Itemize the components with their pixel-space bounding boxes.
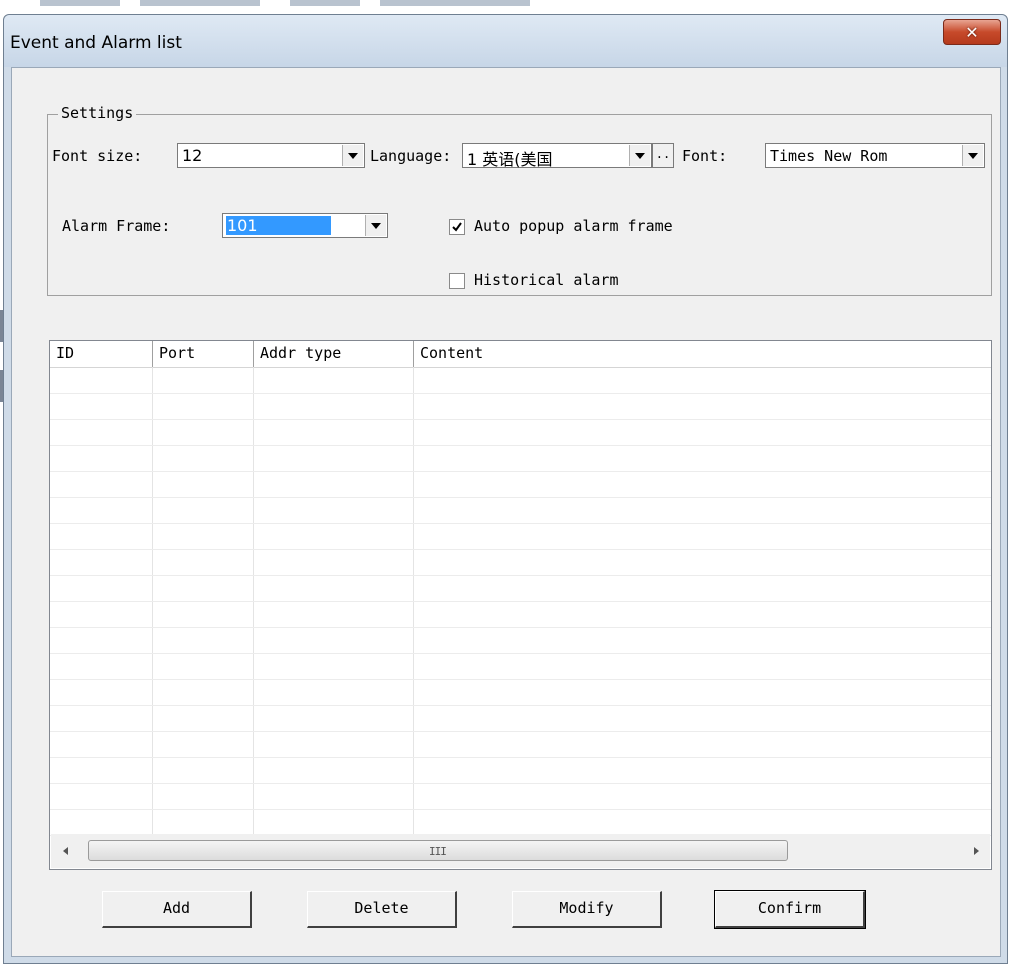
dialog-client-area: Settings Font size: 12 Language: 1 英语(美国…	[11, 67, 1001, 957]
row-gridline	[50, 549, 991, 550]
row-gridline	[50, 497, 991, 498]
alarm-frame-value: 101	[227, 216, 258, 235]
row-gridline	[50, 575, 991, 576]
row-gridline	[50, 783, 991, 784]
table-body[interactable]	[50, 367, 991, 836]
alarm-frame-dropdown-button[interactable]	[365, 215, 386, 236]
row-gridline	[50, 601, 991, 602]
row-gridline	[50, 471, 991, 472]
language-combo[interactable]: 1 英语(美国	[462, 143, 652, 169]
confirm-button[interactable]: Confirm	[714, 890, 866, 929]
settings-group-label: Settings	[58, 104, 137, 122]
horizontal-scrollbar[interactable]: III	[51, 834, 990, 868]
font-size-value: 12	[182, 146, 203, 165]
historical-alarm-checkbox[interactable]	[449, 273, 465, 289]
font-combo[interactable]: Times New Rom	[765, 143, 985, 168]
column-header-id[interactable]: ID	[50, 341, 153, 367]
row-gridline	[50, 419, 991, 420]
row-gridline	[50, 393, 991, 394]
row-gridline	[50, 523, 991, 524]
font-value: Times New Rom	[770, 147, 888, 165]
dialog-window: Event and Alarm list ✕ Settings Font siz…	[3, 14, 1008, 964]
row-gridline	[50, 653, 991, 654]
language-value: 1 英语(美国	[467, 150, 553, 169]
background-sliver	[140, 0, 260, 6]
modify-button[interactable]: Modify	[512, 891, 662, 928]
language-label: Language:	[370, 147, 452, 165]
arrow-right-icon	[973, 847, 979, 855]
title-bar[interactable]: Event and Alarm list ✕	[4, 15, 1007, 67]
alarm-frame-label: Alarm Frame:	[62, 217, 171, 235]
font-size-label: Font size:	[52, 147, 143, 165]
auto-popup-checkbox[interactable]	[449, 219, 465, 235]
font-size-combo[interactable]: 12	[177, 143, 365, 168]
language-dropdown-button[interactable]	[629, 145, 650, 166]
row-gridline	[50, 809, 991, 810]
scrollbar-thumb[interactable]: III	[88, 840, 788, 861]
chevron-down-icon	[348, 152, 358, 159]
close-button[interactable]: ✕	[943, 19, 1001, 45]
background-sliver	[40, 0, 120, 6]
background-sliver	[290, 0, 360, 6]
close-icon: ✕	[965, 22, 979, 42]
grip-icon: III	[429, 845, 447, 858]
language-browse-button[interactable]: ..	[652, 143, 674, 168]
row-gridline	[50, 731, 991, 732]
alarm-list-table[interactable]: ID Port Addr type Content III	[49, 340, 992, 870]
auto-popup-label: Auto popup alarm frame	[474, 217, 673, 235]
column-header-addr-type[interactable]: Addr type	[254, 341, 414, 367]
historical-alarm-label: Historical alarm	[474, 271, 619, 289]
font-dropdown-button[interactable]	[962, 145, 983, 166]
column-header-content[interactable]: Content	[414, 341, 991, 367]
chevron-down-icon	[635, 152, 645, 159]
row-gridline	[50, 757, 991, 758]
alarm-frame-combo[interactable]: 101	[222, 213, 388, 238]
font-size-dropdown-button[interactable]	[342, 145, 363, 166]
chevron-down-icon	[968, 152, 978, 159]
background-strip	[0, 0, 1012, 14]
font-label: Font:	[682, 147, 728, 165]
table-header: ID Port Addr type Content	[50, 341, 991, 368]
arrow-left-icon	[62, 847, 68, 855]
add-button[interactable]: Add	[102, 891, 252, 928]
row-gridline	[50, 705, 991, 706]
scroll-left-button[interactable]	[51, 834, 79, 868]
chevron-down-icon	[371, 222, 381, 229]
checkmark-icon	[452, 222, 462, 232]
row-gridline	[50, 445, 991, 446]
column-header-port[interactable]: Port	[153, 341, 254, 367]
delete-button[interactable]: Delete	[307, 891, 457, 928]
scroll-right-button[interactable]	[962, 834, 990, 868]
window-title: Event and Alarm list	[10, 33, 182, 53]
row-gridline	[50, 627, 991, 628]
row-gridline	[50, 679, 991, 680]
settings-group	[47, 114, 992, 296]
background-sliver	[380, 0, 530, 6]
